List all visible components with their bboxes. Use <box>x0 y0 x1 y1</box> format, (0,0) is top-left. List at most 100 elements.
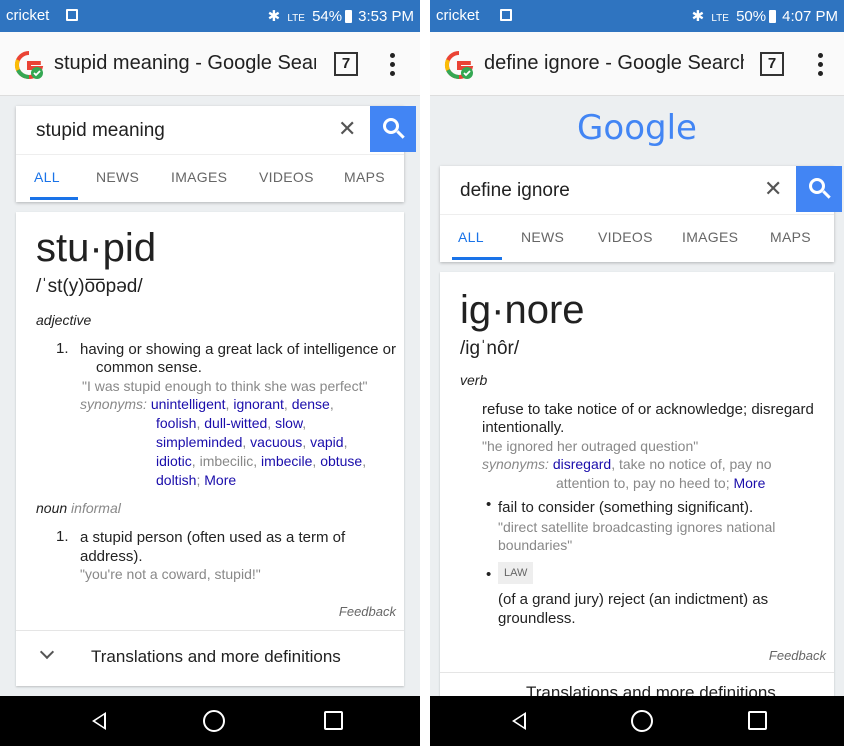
tab-switcher-button[interactable]: 7 <box>334 52 358 76</box>
tab-news[interactable]: NEWS <box>96 169 139 185</box>
bullet: • <box>486 496 492 513</box>
tab-news[interactable]: NEWS <box>521 229 564 245</box>
status-bar: cricket ✱ LTE 54% 3:53 PM <box>0 0 420 32</box>
synonyms-line: foolish, dull-witted, slow, <box>156 415 307 431</box>
image-notification-icon <box>500 9 512 21</box>
search-card: define ignore ✕ ALL NEWS VIDEOS IMAGES M… <box>440 166 842 262</box>
tab-images[interactable]: IMAGES <box>171 169 227 185</box>
tab-maps[interactable]: MAPS <box>344 169 385 185</box>
search-input[interactable]: stupid meaning <box>36 120 165 142</box>
definition-text: intentionally. <box>482 419 565 436</box>
example-sentence: "I was stupid enough to think she was pe… <box>82 378 368 394</box>
home-icon[interactable] <box>203 710 225 732</box>
definition-number: 1. <box>56 528 69 545</box>
sub-definition-text: (of a grand jury) reject (an indictment)… <box>498 591 769 608</box>
search-input[interactable]: define ignore <box>460 180 570 202</box>
synonyms-block: synonyms: unintelligent, ignorant, dense… <box>80 396 334 412</box>
divider <box>420 0 430 746</box>
close-icon[interactable]: ✕ <box>764 176 782 202</box>
feedback-link[interactable]: Feedback <box>769 648 826 663</box>
register-tag: LAW <box>498 562 534 584</box>
active-tab-indicator <box>30 197 78 200</box>
google-app-icon[interactable] <box>14 50 44 80</box>
carrier-label: cricket <box>436 7 480 24</box>
image-notification-icon <box>66 9 78 21</box>
navigation-bar <box>0 696 420 746</box>
tab-all[interactable]: ALL <box>34 169 60 185</box>
more-synonyms-link[interactable]: More <box>204 472 236 488</box>
example-sentence: "direct satellite broadcasting ignores n… <box>498 519 776 535</box>
synonym-link[interactable]: idiotic <box>156 453 192 469</box>
synonym-link[interactable]: unintelligent <box>151 396 226 412</box>
synonym-link[interactable]: foolish <box>156 415 196 431</box>
synonyms-label: synonyms: <box>482 456 549 472</box>
definition-text: common sense. <box>96 359 202 376</box>
definition-text: address). <box>80 548 143 565</box>
app-bar: stupid meaning - Google Searc 7 <box>0 32 420 96</box>
translations-row[interactable]: Translations and more definitions <box>16 630 404 682</box>
phonetic: /igˈnôr/ <box>460 338 520 359</box>
synonym-link[interactable]: imbecile <box>261 453 312 469</box>
synonym-link[interactable]: dull-witted <box>204 415 267 431</box>
synonym-link[interactable]: slow <box>275 415 302 431</box>
search-button[interactable] <box>370 106 416 152</box>
search-button[interactable] <box>796 166 842 212</box>
right-phone-screen: cricket ✱ LTE 50% 4:07 PM define ignore -… <box>430 0 844 746</box>
google-logo: Google <box>577 108 697 148</box>
part-of-speech: adjective <box>36 312 92 328</box>
synonym-link[interactable]: ignorant <box>233 396 284 412</box>
synonym-link[interactable]: obtuse <box>320 453 362 469</box>
example-sentence: "you're not a coward, stupid!" <box>80 566 261 582</box>
more-synonyms-link[interactable]: More <box>733 475 765 491</box>
google-app-icon[interactable] <box>444 50 474 80</box>
bluetooth-icon: ✱ <box>267 8 281 25</box>
battery-percent: 50% <box>736 8 767 25</box>
synonym-link[interactable]: vapid <box>310 434 343 450</box>
headword: ig·nore <box>460 288 585 332</box>
back-icon[interactable] <box>92 712 106 730</box>
synonym-link[interactable]: disregard <box>553 456 611 472</box>
feedback-link[interactable]: Feedback <box>339 604 396 619</box>
synonym-link[interactable]: doltish <box>156 472 196 488</box>
definition-text: a stupid person (often used as a term of <box>80 529 346 546</box>
synonyms-line: idiotic, imbecilic, imbecile, obtuse, <box>156 453 367 469</box>
tab-videos[interactable]: VIDEOS <box>259 169 314 185</box>
synonym-text: attention to, pay no heed to; <box>556 475 730 491</box>
example-sentence: "he ignored her outraged question" <box>482 438 699 454</box>
signal-label: LTE <box>287 13 305 24</box>
synonym-link[interactable]: vacuous <box>250 434 302 450</box>
menu-dots-icon[interactable] <box>816 50 824 80</box>
synonym-link[interactable]: simpleminded <box>156 434 242 450</box>
menu-dots-icon[interactable] <box>388 50 396 80</box>
synonyms-line: doltish; More <box>156 472 237 488</box>
bullet: • <box>486 566 492 583</box>
battery-icon <box>769 10 777 23</box>
synonyms-label: synonyms: <box>80 396 147 412</box>
definition-card: ig·nore /igˈnôr/ verb refuse to take not… <box>440 272 834 724</box>
page-title: stupid meaning - Google Searc <box>54 52 316 74</box>
chevron-down-icon <box>39 644 55 660</box>
definition-text: having or showing a great lack of intell… <box>80 341 397 358</box>
tab-switcher-button[interactable]: 7 <box>760 52 784 76</box>
phonetic: /ˈst(y)o͞opəd/ <box>36 276 143 297</box>
synonym-link[interactable]: dense <box>292 396 330 412</box>
example-sentence: boundaries" <box>498 537 573 553</box>
sub-definition-text: fail to consider (something significant)… <box>498 499 754 516</box>
definition-card: stu·pid /ˈst(y)o͞opəd/ adjective 1. havi… <box>16 212 404 686</box>
search-tabs: ALL NEWS VIDEOS IMAGES MAPS <box>440 214 834 260</box>
tab-all[interactable]: ALL <box>458 229 484 245</box>
tab-videos[interactable]: VIDEOS <box>598 229 653 245</box>
recents-icon[interactable] <box>324 711 343 730</box>
close-icon[interactable]: ✕ <box>338 116 356 142</box>
part-of-speech: noun informal <box>36 500 121 516</box>
synonym-text: take no notice of, pay no <box>618 456 772 472</box>
recents-icon[interactable] <box>748 711 767 730</box>
clock: 4:07 PM <box>782 8 838 25</box>
battery-icon <box>345 10 353 23</box>
tab-images[interactable]: IMAGES <box>682 229 738 245</box>
tab-maps[interactable]: MAPS <box>770 229 811 245</box>
synonym-text: imbecilic <box>199 453 254 469</box>
active-tab-indicator <box>452 257 502 260</box>
home-icon[interactable] <box>631 710 653 732</box>
back-icon[interactable] <box>512 712 526 730</box>
